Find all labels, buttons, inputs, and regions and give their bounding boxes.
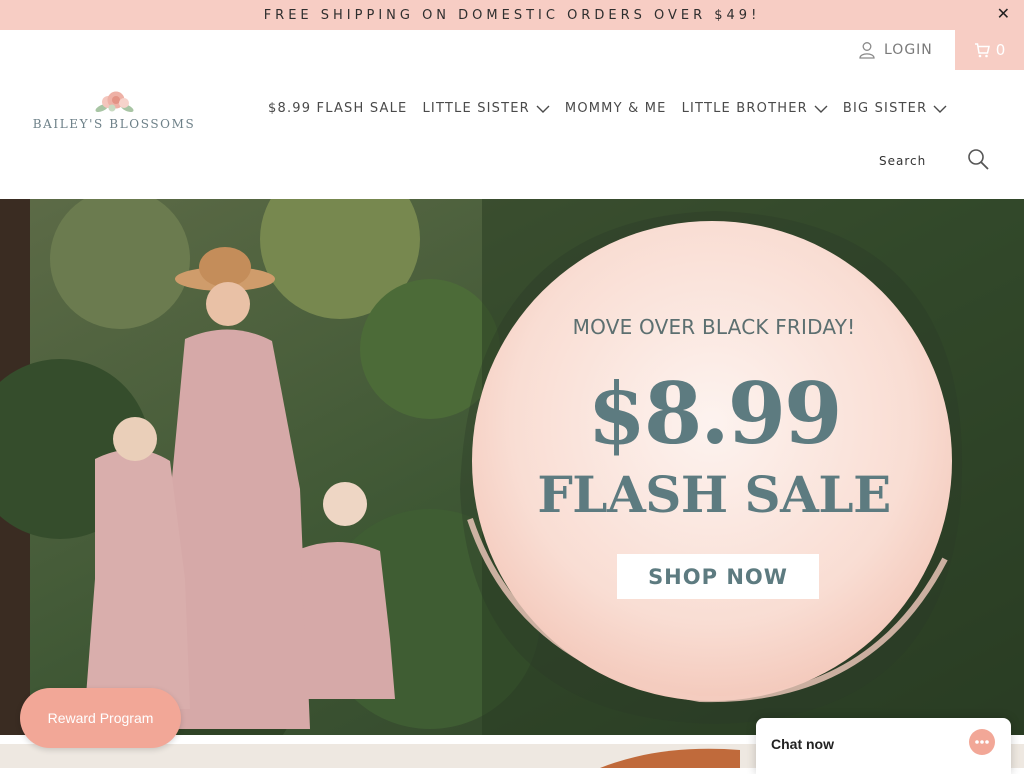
hero-price: $8.99	[587, 364, 842, 463]
chevron-down-icon	[814, 105, 828, 113]
cart-count: 0	[995, 41, 1006, 59]
chat-widget[interactable]: Chat now	[756, 718, 1011, 774]
user-icon	[859, 42, 875, 59]
login-link[interactable]: LOGIN	[858, 40, 933, 60]
nav-item-label: LITTLE BROTHER	[681, 101, 808, 116]
logo-text: BAILEY'S BLOSSOMS	[32, 117, 196, 131]
search-icon[interactable]	[966, 147, 990, 171]
main-nav: $8.99 FLASH SALE LITTLE SISTER MOMMY & M…	[268, 101, 947, 116]
login-label: LOGIN	[884, 42, 933, 58]
nav-item-label: MOMMY & ME	[564, 101, 667, 116]
nav-item-little-sister[interactable]: LITTLE SISTER	[422, 101, 550, 116]
nav-item-label: BIG SISTER	[842, 101, 928, 116]
chevron-down-icon	[933, 105, 947, 113]
announcement-text: FREE SHIPPING ON DOMESTIC ORDERS OVER $4…	[263, 8, 761, 23]
flower-logo-icon	[95, 91, 134, 113]
close-icon[interactable]: ✕	[997, 4, 1010, 23]
cart-button[interactable]: 0	[955, 30, 1024, 70]
nav-item-label: LITTLE SISTER	[422, 101, 530, 116]
nav-item-flash-sale[interactable]: $8.99 FLASH SALE	[268, 101, 407, 116]
search-input[interactable]: Search	[879, 154, 926, 168]
hero-kicker: MOVE OVER BLACK FRIDAY!	[572, 315, 856, 339]
chat-label: Chat now	[771, 736, 834, 752]
reward-program-button[interactable]: Reward Program	[20, 688, 181, 748]
shop-now-button[interactable]: SHOP NOW	[617, 554, 819, 599]
cart-icon	[974, 43, 990, 58]
announcement-bar: FREE SHIPPING ON DOMESTIC ORDERS OVER $4…	[0, 0, 1024, 30]
nav-item-big-sister[interactable]: BIG SISTER	[843, 101, 947, 116]
nav-item-little-brother[interactable]: LITTLE BROTHER	[682, 101, 828, 116]
logo[interactable]: BAILEY'S BLOSSOMS	[24, 88, 204, 134]
chat-icon	[969, 729, 995, 755]
nav-item-mommy-and-me[interactable]: MOMMY & ME	[565, 101, 667, 116]
site-header: LOGIN 0 BAILEY'S BLOSSOMS $8.99 FLASH SA…	[0, 30, 1024, 199]
hero-headline: FLASH SALE	[537, 465, 891, 524]
chevron-down-icon	[536, 105, 550, 113]
hero-banner[interactable]: MOVE OVER BLACK FRIDAY! $8.99 FLASH SALE…	[0, 199, 1024, 735]
nav-item-label: $8.99 FLASH SALE	[268, 101, 408, 116]
